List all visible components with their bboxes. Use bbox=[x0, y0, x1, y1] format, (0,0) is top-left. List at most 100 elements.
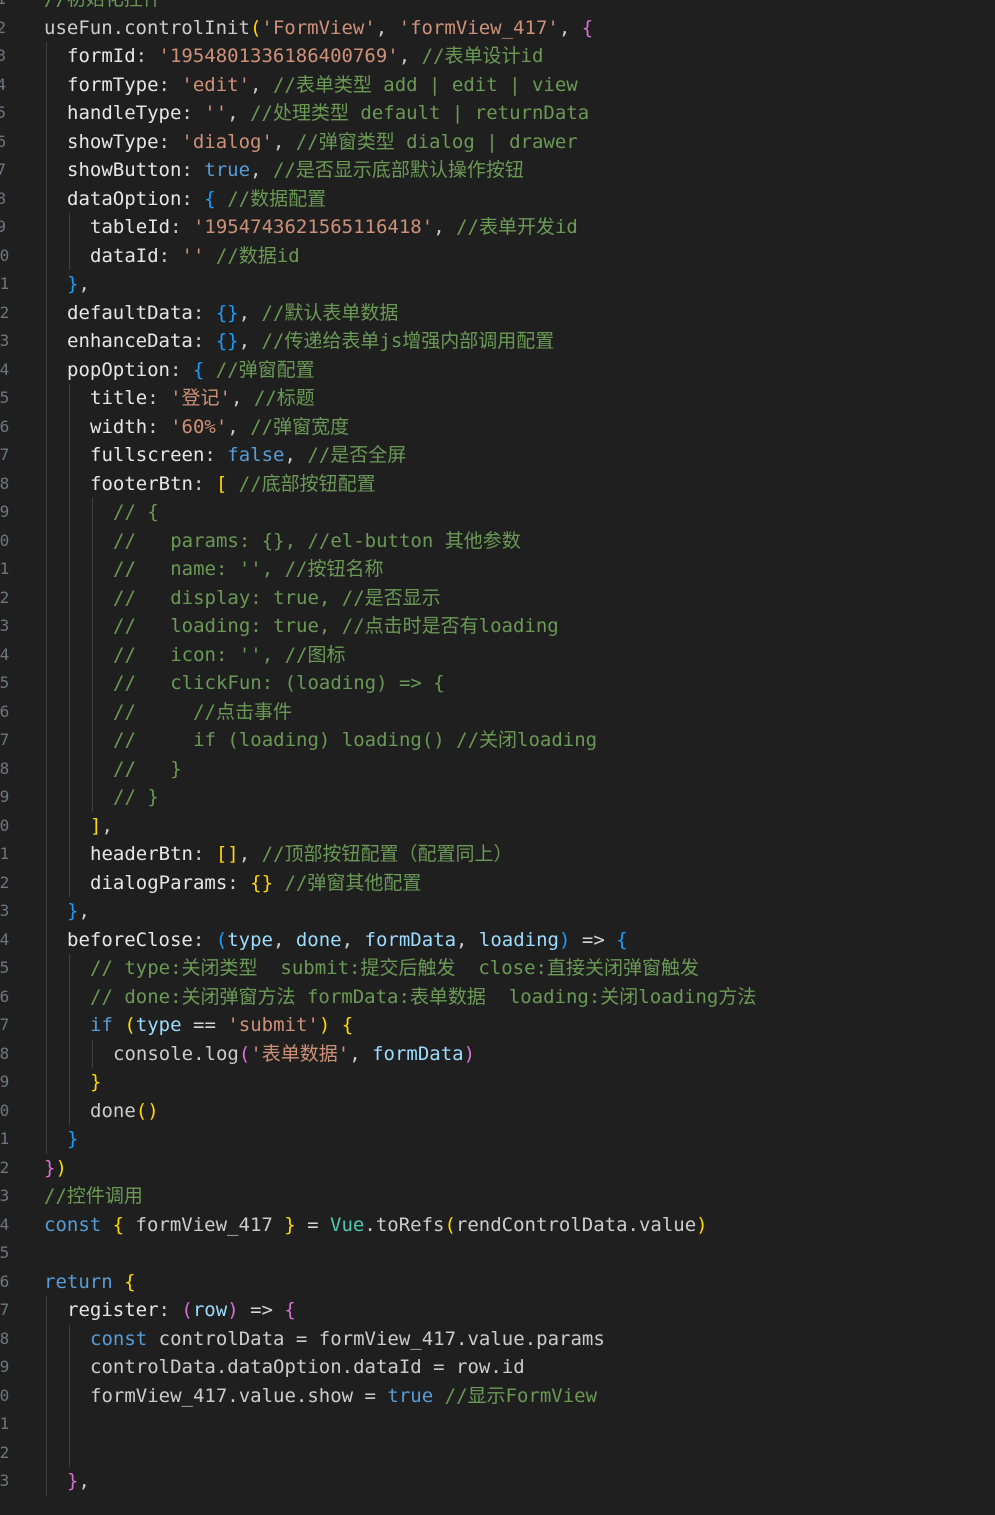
code-line[interactable]: 4 formType: 'edit', //表单类型 add | edit | v… bbox=[0, 70, 995, 99]
indent-guide bbox=[46, 1296, 47, 1325]
indent-guide bbox=[92, 526, 93, 555]
indent-guide bbox=[92, 669, 93, 698]
indent-guide bbox=[46, 783, 47, 812]
code-token-comment: // clickFun: (loading) => { bbox=[113, 672, 445, 694]
indent-guide bbox=[69, 1410, 70, 1439]
code-line[interactable]: 24 // icon: '', //图标 bbox=[0, 640, 995, 669]
code-line[interactable]: 8 dataOption: { //数据配置 bbox=[0, 184, 995, 213]
code-token-prop: footerBtn bbox=[90, 472, 193, 495]
code-line[interactable]: 17 fullscreen: false, //是否全屏 bbox=[0, 441, 995, 470]
code-line[interactable]: 46 return { bbox=[0, 1268, 995, 1297]
code-line[interactable]: 50 formView_417.value.show = true //显示For… bbox=[0, 1381, 995, 1410]
code-token-punct: : bbox=[170, 216, 193, 238]
code-token-comment: //底部按钮配置 bbox=[238, 472, 376, 495]
code-token-class: Vue bbox=[330, 1213, 365, 1236]
code-line[interactable]: 38 console.log('表单数据', formData) bbox=[0, 1039, 995, 1068]
code-line[interactable]: 40 done() bbox=[0, 1096, 995, 1125]
code-line[interactable]: 27 // if (loading) loading() //关闭loading bbox=[0, 726, 995, 755]
code-line[interactable]: 29 // } bbox=[0, 783, 995, 812]
code-line[interactable]: 14 popOption: { //弹窗配置 bbox=[0, 355, 995, 385]
code-token-punct: , bbox=[238, 330, 262, 352]
code-line[interactable]: 13 enhanceData: {}, //传递给表单js增强内部调用配置 bbox=[0, 327, 995, 356]
code-token-punct: , bbox=[230, 387, 254, 409]
code-token-plain: formView_417.value.show = bbox=[90, 1384, 388, 1407]
code-line[interactable]: 51 bbox=[0, 1410, 995, 1439]
indent-guide bbox=[69, 754, 70, 783]
line-number: 21 bbox=[0, 559, 10, 578]
code-token-punct: : bbox=[158, 130, 182, 153]
code-token-punct: . bbox=[193, 1042, 205, 1065]
indent-guide bbox=[69, 498, 70, 527]
code-line[interactable]: 32 dialogParams: {} //弹窗其他配置 bbox=[0, 868, 995, 897]
code-line[interactable]: 16 width: '60%', //弹窗宽度 bbox=[0, 412, 995, 441]
indent-guide bbox=[46, 1324, 47, 1353]
line-number: 29 bbox=[0, 787, 10, 806]
code-line[interactable]: 42}) bbox=[0, 1154, 995, 1183]
code-text: // clickFun: (loading) => { bbox=[113, 669, 445, 698]
code-line[interactable]: 52 bbox=[0, 1438, 995, 1467]
code-line[interactable]: 41} bbox=[0, 1125, 995, 1154]
code-token-bool: true bbox=[204, 159, 251, 181]
code-line[interactable]: 18 footerBtn: [ //底部按钮配置 bbox=[0, 469, 995, 498]
code-line[interactable]: 11}, bbox=[0, 270, 995, 299]
code-line[interactable]: 15 title: '登记', //标题 bbox=[0, 384, 995, 413]
code-line[interactable]: 10 dataId: '' //数据id bbox=[0, 241, 995, 270]
code-text: fullscreen: false, //是否全屏 bbox=[90, 441, 406, 470]
code-line[interactable]: 36 // done:关闭弹窗方法 formData:表单数据 loading:关… bbox=[0, 982, 995, 1011]
line-number: 28 bbox=[0, 758, 10, 778]
code-text: showType: 'dialog', //弹窗类型 dialog | draw… bbox=[67, 128, 578, 157]
code-token-punct bbox=[113, 1014, 124, 1036]
code-token-param: row bbox=[192, 1299, 228, 1321]
indent-guide bbox=[46, 441, 47, 470]
code-line[interactable]: 12 defaultData: {}, //默认表单数据 bbox=[0, 298, 995, 327]
code-line[interactable]: 23 // loading: true, //点击时是否有loading bbox=[0, 612, 995, 641]
code-text: // } bbox=[113, 783, 159, 812]
code-line[interactable]: 49 controlData.dataOption.dataId = row.id bbox=[0, 1353, 995, 1382]
code-line[interactable]: 44const { formView_417 } = Vue.toRefs(re… bbox=[0, 1211, 995, 1240]
code-token-comment: //是否显示底部默认操作按钮 bbox=[272, 159, 524, 181]
code-line[interactable]: 35 // type:关闭类型 submit:提交后触发 close:直接关闭弹窗… bbox=[0, 954, 995, 983]
indent-guide bbox=[69, 441, 70, 470]
code-line[interactable]: 20 // params: {}, //el-button 其他参数 bbox=[0, 526, 995, 555]
code-line[interactable]: 21 // name: '', //按钮名称 bbox=[0, 555, 995, 584]
line-number: 36 bbox=[0, 986, 10, 1006]
code-text: popOption: { //弹窗配置 bbox=[67, 356, 315, 385]
code-line[interactable]: 39} bbox=[0, 1068, 995, 1097]
code-line[interactable]: 9 tableId: '1954743621565116418', //表单开发i… bbox=[0, 213, 995, 242]
code-line[interactable]: 45 bbox=[0, 1239, 995, 1268]
code-line[interactable]: 31 headerBtn: [], //顶部按钮配置（配置同上） bbox=[0, 840, 995, 869]
code-line[interactable]: 19 // { bbox=[0, 498, 995, 527]
indent-guide bbox=[46, 583, 47, 612]
code-line[interactable]: 43 //控件调用 bbox=[0, 1182, 995, 1211]
line-number: 3 bbox=[0, 46, 6, 65]
code-token-b1: [] bbox=[215, 843, 239, 865]
code-line[interactable]: 33}, bbox=[0, 897, 995, 926]
code-token-bool: true bbox=[387, 1384, 434, 1407]
code-line[interactable]: 6 showType: 'dialog', //弹窗类型 dialog | dra… bbox=[0, 127, 995, 157]
code-line[interactable]: 28 // } bbox=[0, 754, 995, 783]
code-line[interactable]: 2 useFun.controlInit('FormView', 'formVie… bbox=[0, 14, 995, 43]
code-line[interactable]: 7 showButton: true, //是否显示底部默认操作按钮 bbox=[0, 156, 995, 185]
code-line[interactable]: 26 // //点击事件 bbox=[0, 697, 995, 726]
code-text: }) bbox=[44, 1154, 67, 1183]
code-line[interactable]: 37 if (type == 'submit') { bbox=[0, 1011, 995, 1040]
code-token-comment: //标题 bbox=[253, 387, 315, 409]
code-line[interactable]: 25 // clickFun: (loading) => { bbox=[0, 669, 995, 698]
code-line[interactable]: 3 formId: '1954801336186400769', //表单设计id bbox=[0, 42, 995, 71]
code-token-punct: : bbox=[204, 444, 228, 466]
code-line[interactable]: 47 register: (row) => { bbox=[0, 1296, 995, 1325]
code-text: //初始化控件 bbox=[44, 0, 162, 14]
code-token-prop: width bbox=[90, 415, 148, 438]
code-line[interactable]: 53}, bbox=[0, 1467, 995, 1496]
code-token-punct bbox=[113, 1271, 124, 1293]
code-line[interactable]: 1 //初始化控件 bbox=[0, 0, 995, 14]
code-token-op: => bbox=[570, 928, 617, 951]
code-token-b3: ( bbox=[215, 928, 228, 951]
code-line[interactable]: 22 // display: true, //是否显示 bbox=[0, 583, 995, 612]
code-line[interactable]: 5 handleType: '', //处理类型 default | return… bbox=[0, 99, 995, 128]
code-line[interactable]: 30], bbox=[0, 811, 995, 840]
code-line[interactable]: 34 beforeClose: (type, done, formData, lo… bbox=[0, 925, 995, 954]
code-editor[interactable]: 1 //初始化控件 2 useFun.controlInit('FormView', … bbox=[0, 0, 995, 1515]
code-token-punct: , bbox=[341, 928, 365, 951]
code-line[interactable]: 48 const controlData = formView_417.value… bbox=[0, 1324, 995, 1353]
